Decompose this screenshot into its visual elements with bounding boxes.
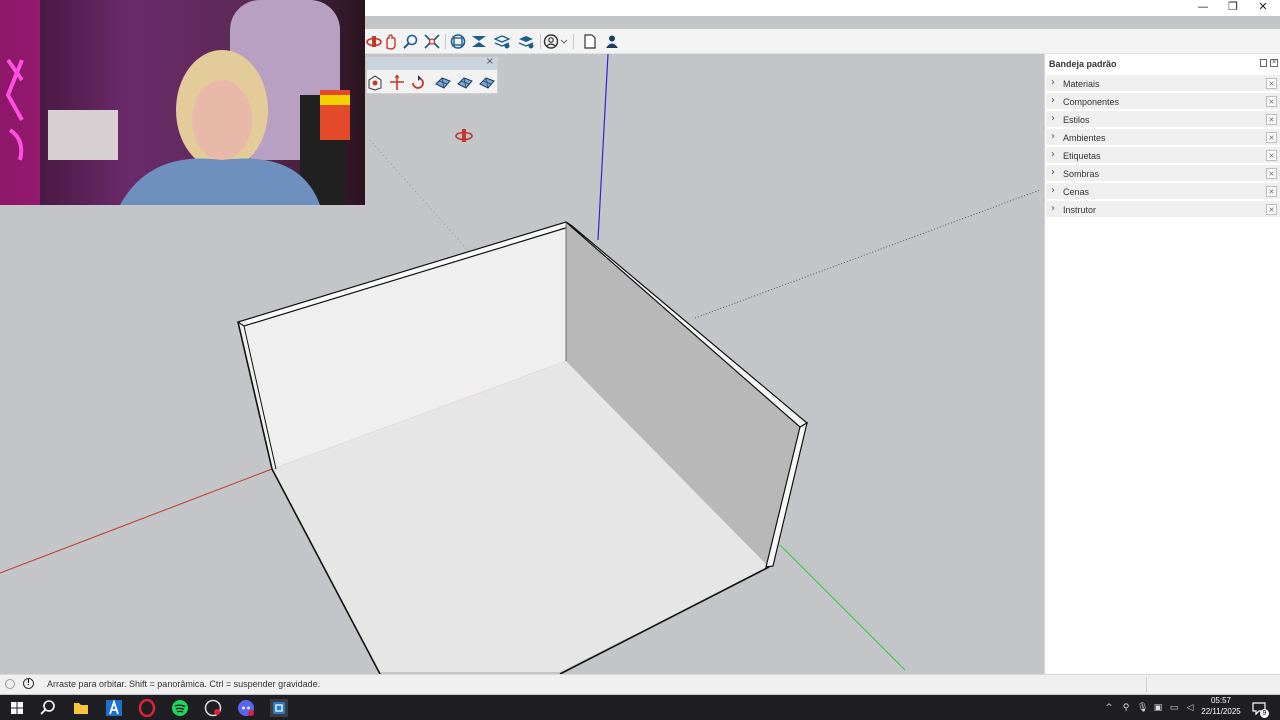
default-tray: Bandeja padrão × › Materiais × › Componente… — [1044, 54, 1280, 674]
usb-icon[interactable]: ⚲ — [1121, 703, 1131, 713]
tray-item-label: Instrutor — [1063, 205, 1097, 215]
webcam-overlay — [0, 0, 365, 205]
tray-title: Bandeja padrão — [1049, 59, 1117, 69]
section-plane-icon[interactable] — [449, 33, 467, 50]
sandbox-2-icon[interactable] — [457, 74, 473, 91]
section-cut-icon[interactable] — [493, 33, 511, 50]
app-recorder-icon[interactable] — [204, 699, 222, 717]
chevron-right-icon: › — [1051, 167, 1055, 178]
zoom-icon[interactable] — [402, 33, 420, 50]
minimize-button[interactable]: — — [1188, 0, 1218, 14]
sandbox-1-icon[interactable] — [435, 74, 451, 91]
windows-start-icon[interactable] — [8, 699, 26, 717]
green-axis-dotted-line — [694, 189, 1041, 319]
opera-gx-icon[interactable] — [138, 699, 156, 717]
tray-item-etiquetas[interactable]: › Etiquetas × — [1046, 147, 1280, 164]
close-icon[interactable]: × — [486, 56, 494, 67]
file-explorer-icon[interactable] — [72, 699, 90, 717]
close-icon[interactable]: × — [1266, 204, 1277, 215]
close-button[interactable]: ✕ — [1248, 0, 1278, 14]
rotate-icon[interactable] — [410, 74, 426, 91]
move-icon[interactable] — [389, 74, 405, 91]
sketchup-window: — ❐ ✕ × Bandeja padrão × › Materiais × ›… — [0, 0, 1280, 720]
info-icon[interactable]: ! — [23, 678, 34, 689]
floating-toolbar[interactable]: × — [366, 56, 498, 94]
app-a-icon[interactable] — [105, 699, 123, 717]
sandbox-3-icon[interactable] — [479, 74, 495, 91]
notification-badge: 9 — [1260, 709, 1269, 718]
orbit-cursor-icon — [455, 129, 473, 142]
user-icon[interactable] — [603, 33, 621, 50]
close-icon[interactable]: × — [1266, 168, 1277, 179]
tray-item-ambientes[interactable]: › Ambientes × — [1046, 129, 1280, 146]
close-icon[interactable]: × — [1266, 78, 1277, 89]
close-icon[interactable]: × — [1266, 132, 1277, 143]
tray-item-materiais[interactable]: › Materiais × — [1046, 75, 1280, 92]
spotify-icon[interactable] — [171, 699, 189, 717]
red-axis-line — [0, 468, 273, 574]
taskbar: ^ ⚲ 🎙 ▣ ▭ ◁ 05:57 22/11/2025 9 — [0, 695, 1280, 720]
close-icon[interactable]: × — [1266, 150, 1277, 161]
floating-toolbar-header[interactable]: × — [367, 56, 497, 70]
zoom-extents-icon[interactable] — [423, 33, 441, 50]
warehouse-icon[interactable] — [367, 74, 383, 91]
chevron-right-icon: › — [1051, 131, 1055, 142]
search-icon[interactable] — [39, 699, 57, 717]
chevron-right-icon: › — [1051, 185, 1055, 196]
section-fill-icon[interactable] — [517, 33, 535, 50]
clock-time[interactable]: 05:57 — [1196, 696, 1246, 705]
tray-item-sombras[interactable]: › Sombras × — [1046, 165, 1280, 182]
tray-item-label: Ambientes — [1063, 133, 1106, 143]
orbit-icon[interactable] — [365, 33, 383, 50]
tray-item-label: Etiquetas — [1063, 151, 1101, 161]
clock-date[interactable]: 22/11/2025 — [1196, 707, 1246, 716]
chevron-right-icon: › — [1051, 77, 1055, 88]
status-hint: Arraste para orbitar. Shift = panorâmica… — [47, 679, 321, 689]
chevron-right-icon: › — [1051, 149, 1055, 160]
tray-item-label: Cenas — [1063, 187, 1090, 197]
webcam-icon[interactable]: ▣ — [1153, 703, 1163, 713]
chevron-down-icon[interactable] — [560, 33, 568, 50]
close-icon[interactable]: × — [1266, 96, 1277, 107]
tray-item-label: Materiais — [1063, 79, 1100, 89]
close-icon[interactable]: × — [1266, 114, 1277, 125]
chevron-right-icon: › — [1051, 113, 1055, 124]
tray-item-componentes[interactable]: › Componentes × — [1046, 93, 1280, 110]
tray-item-label: Componentes — [1063, 97, 1120, 107]
geo-location-icon[interactable] — [5, 679, 15, 689]
microphone-icon[interactable]: 🎙 — [1137, 703, 1148, 713]
pan-icon[interactable] — [382, 33, 400, 50]
status-bar: ! Arraste para orbitar. Shift = panorâmi… — [0, 674, 1280, 694]
pin-icon[interactable] — [1260, 59, 1267, 67]
chevron-right-icon: › — [1051, 203, 1055, 214]
restore-button[interactable]: ❐ — [1218, 0, 1248, 14]
section-display-icon[interactable] — [470, 33, 488, 50]
blue-axis-line — [597, 54, 609, 241]
close-icon[interactable]: × — [1266, 186, 1277, 197]
tray-item-label: Estilos — [1063, 115, 1090, 125]
discord-icon[interactable] — [237, 699, 255, 717]
tray-item-cenas[interactable]: › Cenas × — [1046, 183, 1280, 200]
webcam-image — [0, 0, 365, 205]
volume-icon[interactable]: ◁ — [1185, 703, 1195, 713]
tray-item-instrutor[interactable]: › Instrutor × — [1046, 201, 1280, 218]
tray-item-estilos[interactable]: › Estilos × — [1046, 111, 1280, 128]
measurements-box[interactable] — [1146, 677, 1280, 692]
tray-item-label: Sombras — [1063, 169, 1100, 179]
chevron-right-icon: › — [1051, 95, 1055, 106]
tray-close-icon[interactable]: × — [1270, 59, 1278, 67]
new-file-icon[interactable] — [581, 33, 599, 50]
account-icon[interactable] — [542, 33, 560, 50]
tray-header: Bandeja padrão × — [1045, 54, 1280, 74]
main-toolbar — [365, 29, 1280, 54]
chevron-up-icon[interactable]: ^ — [1104, 703, 1114, 713]
sketchup-icon[interactable] — [270, 699, 288, 717]
network-icon[interactable]: ▭ — [1169, 703, 1179, 713]
green-axis-line — [779, 544, 906, 671]
